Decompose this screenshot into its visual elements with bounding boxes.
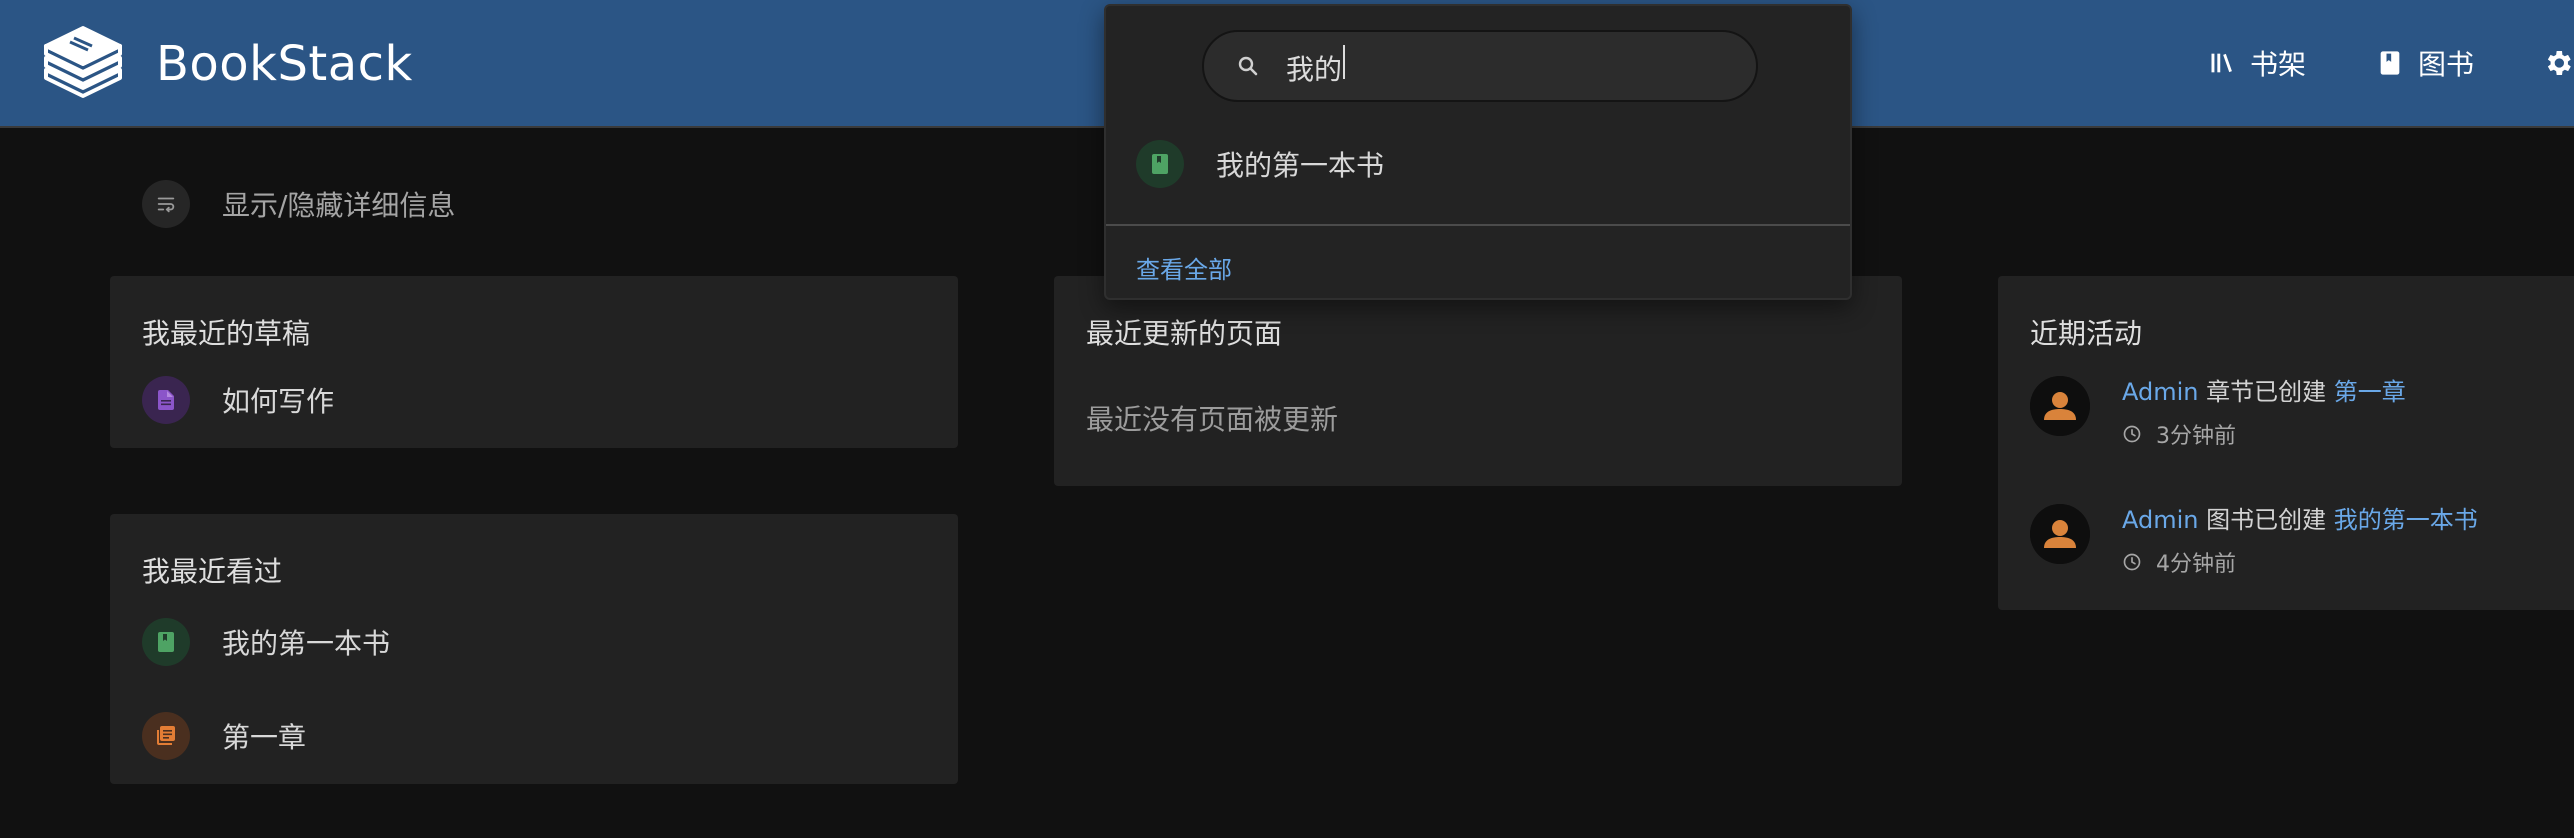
activity-action: 图书已创建 bbox=[2206, 506, 2327, 534]
view-all-link[interactable]: 查看全部 bbox=[1136, 250, 1232, 285]
recently-updated-title: 最近更新的页面 bbox=[1086, 317, 1283, 350]
recently-viewed-item-label: 我的第一本书 bbox=[222, 627, 391, 660]
search-query-text: 我的 bbox=[1286, 52, 1343, 86]
page-badge bbox=[142, 376, 190, 424]
book-badge bbox=[1136, 140, 1184, 188]
draft-item[interactable]: 如何写作 bbox=[142, 376, 334, 424]
activity-item: Admin 章节已创建 第一章 3分钟前 bbox=[2030, 376, 2406, 450]
divider bbox=[1106, 224, 1850, 226]
recent-activity-title: 近期活动 bbox=[2030, 317, 2143, 350]
activity-user-link[interactable]: Admin bbox=[2122, 378, 2199, 406]
text-caret bbox=[1343, 44, 1346, 79]
book-icon bbox=[2380, 51, 2400, 75]
toggle-details-icon-wrap bbox=[142, 180, 190, 228]
recently-updated-empty: 最近没有页面被更新 bbox=[1086, 403, 1339, 436]
recently-viewed-card: 我最近看过 我的第一本书 第一章 bbox=[110, 514, 958, 784]
nav-books-link[interactable]: 图书 bbox=[2376, 43, 2474, 83]
clock-icon bbox=[2123, 553, 2141, 571]
activity-time-text: 3分钟前 bbox=[2156, 424, 2236, 449]
user-avatar-icon bbox=[2030, 504, 2090, 564]
draft-item-label: 如何写作 bbox=[222, 385, 335, 418]
avatar[interactable] bbox=[2030, 376, 2090, 436]
shelves-icon bbox=[2211, 53, 2232, 73]
settings-link[interactable] bbox=[2536, 47, 2574, 79]
drafts-title: 我最近的草稿 bbox=[142, 317, 311, 350]
search-icon bbox=[1238, 56, 1258, 76]
search-box[interactable]: 我的 bbox=[1202, 30, 1758, 102]
app-title: BookStack bbox=[156, 36, 413, 92]
wrap-text-icon bbox=[157, 197, 175, 213]
search-dropdown: 我的 我的第一本书 查看全部 bbox=[1104, 4, 1852, 300]
recently-viewed-title: 我最近看过 bbox=[142, 555, 283, 588]
user-avatar-icon bbox=[2030, 376, 2090, 436]
chapter-badge bbox=[142, 712, 190, 760]
logo-link[interactable]: BookStack bbox=[40, 22, 413, 106]
activity-time-text: 4分钟前 bbox=[2156, 552, 2236, 577]
book-icon bbox=[1152, 154, 1168, 174]
nav-shelves-label: 书架 bbox=[2249, 48, 2306, 81]
activity-target-link[interactable]: 我的第一本书 bbox=[2334, 506, 2478, 534]
nav-books-label: 图书 bbox=[2417, 48, 2474, 81]
activity-action: 章节已创建 bbox=[2206, 378, 2327, 406]
book-icon bbox=[158, 632, 174, 652]
recently-updated-card: 最近更新的页面 最近没有页面被更新 bbox=[1054, 276, 1902, 486]
nav-shelves-link[interactable]: 书架 bbox=[2208, 43, 2306, 83]
bookstack-logo-icon bbox=[44, 26, 122, 98]
activity-item: Admin 图书已创建 我的第一本书 4分钟前 bbox=[2030, 504, 2478, 578]
toggle-details-label: 显示/隐藏详细信息 bbox=[222, 189, 456, 222]
drafts-card: 我最近的草稿 如何写作 bbox=[110, 276, 958, 448]
search-input[interactable]: 我的 bbox=[1286, 44, 1686, 88]
avatar[interactable] bbox=[2030, 504, 2090, 564]
chapter-icon bbox=[157, 726, 175, 745]
page-icon bbox=[158, 390, 174, 410]
recent-activity-card: 近期活动 Admin 章节已创建 第一章 3分钟前 Admin 图书已创建 我的… bbox=[1998, 276, 2574, 610]
activity-time: 4分钟前 bbox=[2122, 546, 2478, 578]
activity-target-link[interactable]: 第一章 bbox=[2334, 378, 2406, 406]
gear-icon bbox=[2547, 51, 2571, 75]
search-result-item[interactable]: 我的第一本书 bbox=[1136, 140, 1384, 188]
toggle-details-button[interactable]: 显示/隐藏详细信息 bbox=[142, 180, 455, 228]
recently-viewed-item-label: 第一章 bbox=[222, 721, 307, 754]
book-badge bbox=[142, 618, 190, 666]
header-nav: 书架 图书 bbox=[2138, 40, 2574, 86]
activity-user-link[interactable]: Admin bbox=[2122, 506, 2199, 534]
search-result-label: 我的第一本书 bbox=[1216, 149, 1385, 182]
recently-viewed-item[interactable]: 第一章 bbox=[142, 712, 306, 760]
activity-time: 3分钟前 bbox=[2122, 418, 2406, 450]
clock-icon bbox=[2123, 425, 2141, 443]
recently-viewed-item[interactable]: 我的第一本书 bbox=[142, 618, 390, 666]
